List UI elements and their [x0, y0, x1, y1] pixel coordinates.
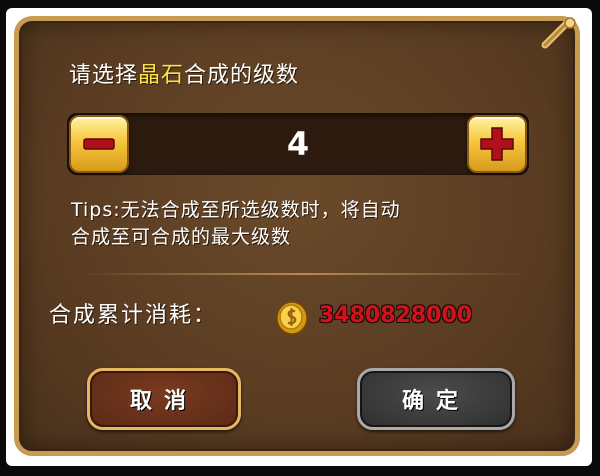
tips-text: Tips:无法合成至所选级数时，将自动 合成至可合成的最大级数: [71, 197, 541, 251]
title-highlight-crystal: 晶石: [138, 63, 185, 88]
dialog-title: 请选择晶石合成的级数: [69, 57, 299, 89]
title-prefix: 请选择: [69, 63, 139, 88]
tips-line-1: Tips:无法合成至所选级数时，将自动: [71, 199, 401, 221]
scroll-corner-icon: [541, 17, 576, 49]
confirm-button-label: 确定: [401, 389, 470, 414]
synthesis-level-dialog: 请选择晶石合成的级数 4 Tips:无法合成至所选级数时，将自动 合成至可合成的…: [14, 16, 580, 456]
minus-icon: [83, 138, 115, 150]
cost-value: 3480828000: [319, 303, 473, 328]
title-suffix: 合成的级数: [184, 63, 300, 88]
decrease-level-button[interactable]: [69, 115, 129, 173]
plus-icon: [480, 127, 514, 161]
cancel-button-label: 取消: [129, 389, 198, 414]
increase-level-button[interactable]: [467, 115, 527, 173]
divider: [79, 273, 529, 275]
gold-coin-icon: [276, 301, 308, 335]
level-value: 4: [286, 125, 310, 163]
cancel-button[interactable]: 取消: [87, 368, 241, 430]
confirm-button[interactable]: 确定: [357, 368, 515, 430]
tips-line-2: 合成至可合成的最大级数: [71, 226, 292, 248]
cost-label: 合成累计消耗：: [49, 303, 218, 328]
